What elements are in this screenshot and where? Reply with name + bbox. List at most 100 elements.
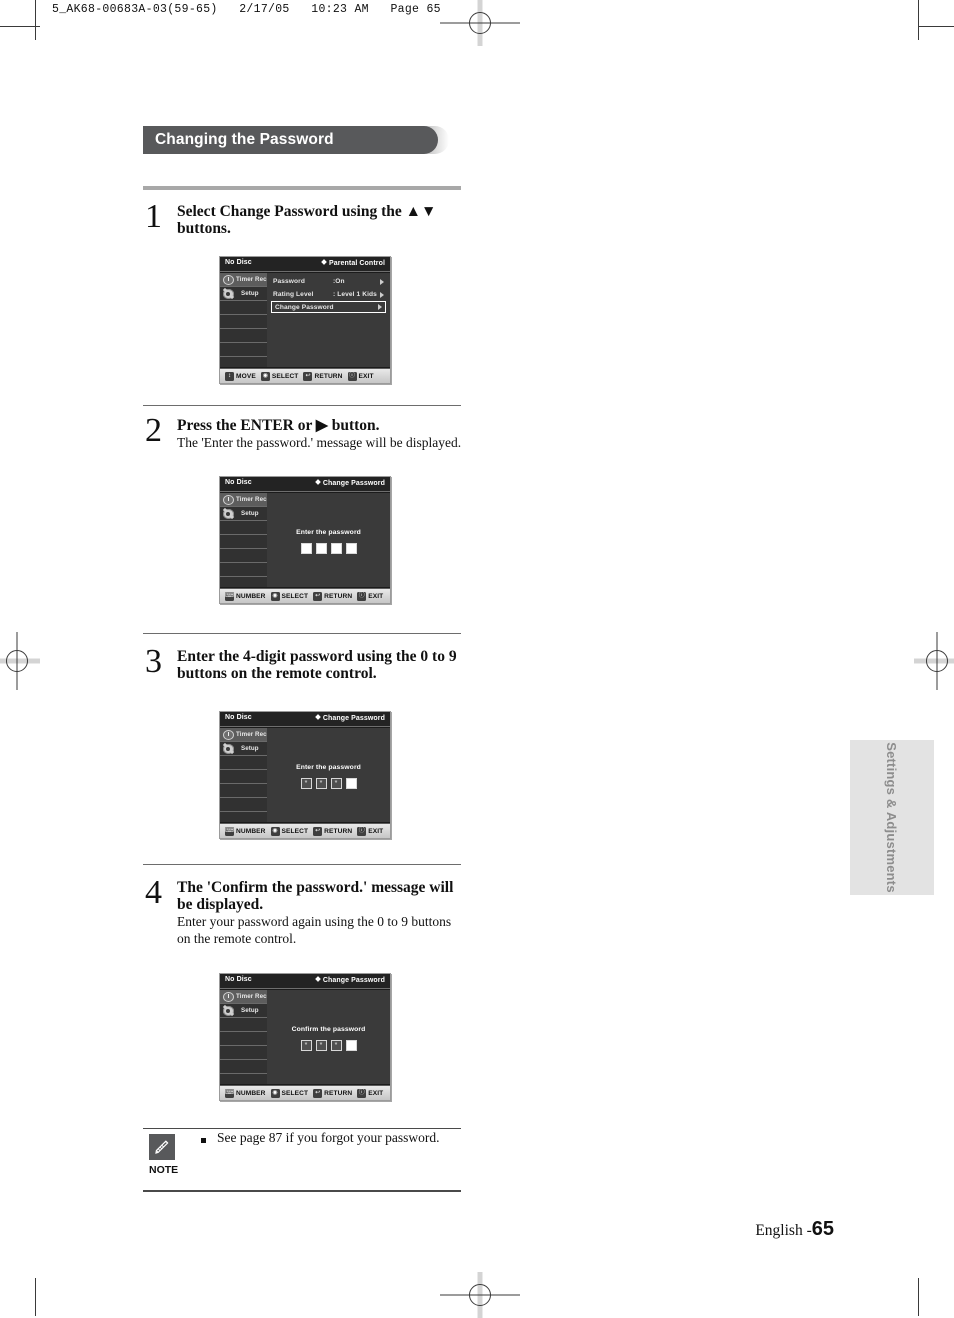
osd1-button-return[interactable]: ↩ RETURN — [303, 371, 343, 381]
osd4-password-box-4[interactable] — [345, 1040, 357, 1051]
osd4-sidebar-item-timer-rec[interactable]: Timer Rec. — [220, 990, 269, 1004]
page-title: Changing the Password — [155, 131, 334, 148]
osd3-button-return-label: RETURN — [324, 827, 353, 835]
osd1-button-move[interactable]: ↕ MOVE — [225, 371, 256, 381]
divider-step-2 — [143, 405, 461, 406]
divider-note-bottom — [143, 1190, 461, 1192]
select-key-icon: ◉ — [270, 1088, 280, 1098]
osd3-sidebar-item-timer-rec[interactable]: Timer Rec. — [220, 728, 269, 742]
note-bullet-icon — [201, 1134, 209, 1143]
osd3-button-number[interactable]: ⌨ NUMBER — [225, 826, 266, 836]
osd4-breadcrumb: Change Password — [315, 976, 385, 984]
osd1-row-change-password[interactable]: Change Password — [271, 301, 386, 313]
osd4-password-box-1[interactable]: * — [300, 1040, 312, 1051]
osd4-button-select-label: SELECT — [281, 1089, 309, 1097]
osd3-button-return[interactable]: ↩ RETURN — [313, 826, 353, 836]
osd1-row-rating-level-label: Rating Level — [273, 291, 314, 298]
osd4-password-box-3[interactable]: * — [330, 1040, 342, 1051]
step-2-number: 2 — [145, 412, 162, 449]
divider-note-top — [143, 1128, 461, 1129]
clock-icon — [223, 494, 234, 505]
osd4-button-return[interactable]: ↩ RETURN — [313, 1088, 352, 1098]
osd2-button-bar: ⌨ NUMBER ◉ SELECT ↩ RETURN ⓘ EXIT — [220, 588, 390, 603]
osd3-message: Enter the password — [296, 764, 361, 771]
osd3-button-select[interactable]: ◉ SELECT — [270, 826, 309, 836]
osd3-password-box-2[interactable]: * — [315, 778, 327, 789]
osd3-sidebar-blank — [220, 798, 267, 812]
osd3-button-number-label: NUMBER — [236, 827, 266, 835]
osd1-row-password[interactable]: Password :On — [267, 275, 390, 288]
osd2-button-select-label: SELECT — [281, 592, 309, 600]
number-key-icon: ⌨ — [225, 1088, 234, 1098]
osd1-sidebar-blank — [220, 301, 267, 315]
osd1-sidebar-item-timer-rec[interactable]: Timer Rec. — [220, 273, 268, 287]
move-key-icon: ↕ — [225, 371, 234, 381]
step-3-number: 3 — [145, 643, 162, 680]
osd3-password-box-3[interactable]: * — [330, 778, 342, 789]
osd2-password-boxes[interactable] — [267, 543, 390, 554]
osd1-button-return-label: RETURN — [314, 372, 343, 380]
osd4-button-exit[interactable]: ⓘ EXIT — [357, 1088, 384, 1098]
chevron-right-icon — [380, 291, 384, 298]
osd2-disc-status: No Disc — [225, 479, 252, 486]
osd4-button-exit-label: EXIT — [368, 1089, 384, 1097]
exit-key-icon: ⓘ — [357, 826, 367, 836]
osd2-password-box-2[interactable] — [315, 543, 327, 554]
diamond-icon — [321, 259, 327, 265]
number-key-glyph: ⌨ — [225, 1089, 234, 1096]
osd2-sidebar-item-timer-rec[interactable]: Timer Rec. — [220, 493, 268, 507]
osd3-password-box-4[interactable] — [345, 778, 357, 789]
osd3-password-box-1[interactable]: * — [300, 778, 312, 789]
osd1-row-rating-level-value: : Level 1 Kids — [333, 291, 377, 298]
osd3-password-boxes[interactable]: * * * — [267, 778, 390, 789]
osd3-password-panel: Enter the password * * * — [267, 728, 390, 822]
osd1-row-rating-level[interactable]: Rating Level : Level 1 Kids — [267, 288, 390, 301]
osd2-sidebar-item-setup[interactable]: Setup — [220, 507, 267, 521]
osd2-password-box-3[interactable] — [330, 543, 342, 554]
footer-language: English - — [755, 1222, 812, 1239]
select-key-glyph: ◉ — [272, 1089, 278, 1096]
divider-step-4 — [143, 864, 461, 865]
exit-key-icon: ⓘ — [347, 371, 357, 381]
osd2-button-return[interactable]: ↩ RETURN — [313, 591, 352, 601]
number-key-icon: ⌨ — [225, 591, 234, 601]
exit-key-glyph: ⓘ — [349, 372, 356, 379]
osd3-sidebar-item-setup[interactable]: Setup — [220, 742, 267, 756]
osd4-button-select[interactable]: ◉ SELECT — [270, 1088, 309, 1098]
step-4-sub: Enter your password again using the 0 to… — [177, 914, 452, 946]
step-3-title: Enter the 4-digit password using the 0 t… — [177, 648, 457, 682]
osd1-sidebar-blank — [220, 315, 267, 329]
osd4-button-number-label: NUMBER — [236, 1089, 266, 1097]
osd3-button-exit[interactable]: ⓘ EXIT — [357, 826, 383, 836]
osd1-button-exit[interactable]: ⓘ EXIT — [347, 371, 374, 381]
osd2-button-number[interactable]: ⌨ NUMBER — [225, 591, 266, 601]
clock-icon — [223, 274, 234, 285]
step-1-title: Select Change Password using the ▲▼ butt… — [177, 203, 437, 237]
footer-page-number: 65 — [811, 1218, 834, 1240]
osd-screen-enter-password-filled: No Disc Change Password Timer Rec. Setup… — [219, 711, 391, 839]
osd4-password-box-2[interactable]: * — [315, 1040, 327, 1051]
osd4-timer-rec-label: Timer Rec. — [236, 993, 269, 1000]
osd4-password-boxes[interactable]: * * * — [267, 1040, 390, 1051]
osd2-button-exit-label: EXIT — [368, 592, 384, 600]
osd2-sidebar-blank — [220, 521, 267, 535]
osd2-password-box-1[interactable] — [300, 543, 312, 554]
return-key-icon: ↩ — [313, 591, 323, 601]
osd1-sidebar-blank — [220, 343, 267, 357]
osd3-timer-rec-label: Timer Rec. — [236, 731, 269, 738]
osd1-sidebar-item-setup[interactable]: Setup — [220, 287, 267, 301]
osd3-disc-status: No Disc — [225, 714, 252, 721]
osd1-button-select[interactable]: ◉ SELECT — [260, 371, 299, 381]
chevron-right-icon — [380, 278, 384, 285]
osd2-button-exit[interactable]: ⓘ EXIT — [357, 591, 384, 601]
osd1-sidebar-blank — [220, 329, 267, 343]
osd4-button-number[interactable]: ⌨ NUMBER — [225, 1088, 266, 1098]
osd-screen-parental-control: No Disc Parental Control Timer Rec. Setu… — [219, 256, 391, 384]
osd2-button-select[interactable]: ◉ SELECT — [270, 591, 309, 601]
osd4-sidebar-item-setup[interactable]: Setup — [220, 1004, 267, 1018]
diamond-icon — [315, 714, 321, 720]
osd3-sidebar-blank — [220, 784, 267, 798]
exit-key-glyph: ⓘ — [358, 592, 365, 599]
osd2-password-box-4[interactable] — [345, 543, 357, 554]
clock-icon — [223, 729, 234, 740]
